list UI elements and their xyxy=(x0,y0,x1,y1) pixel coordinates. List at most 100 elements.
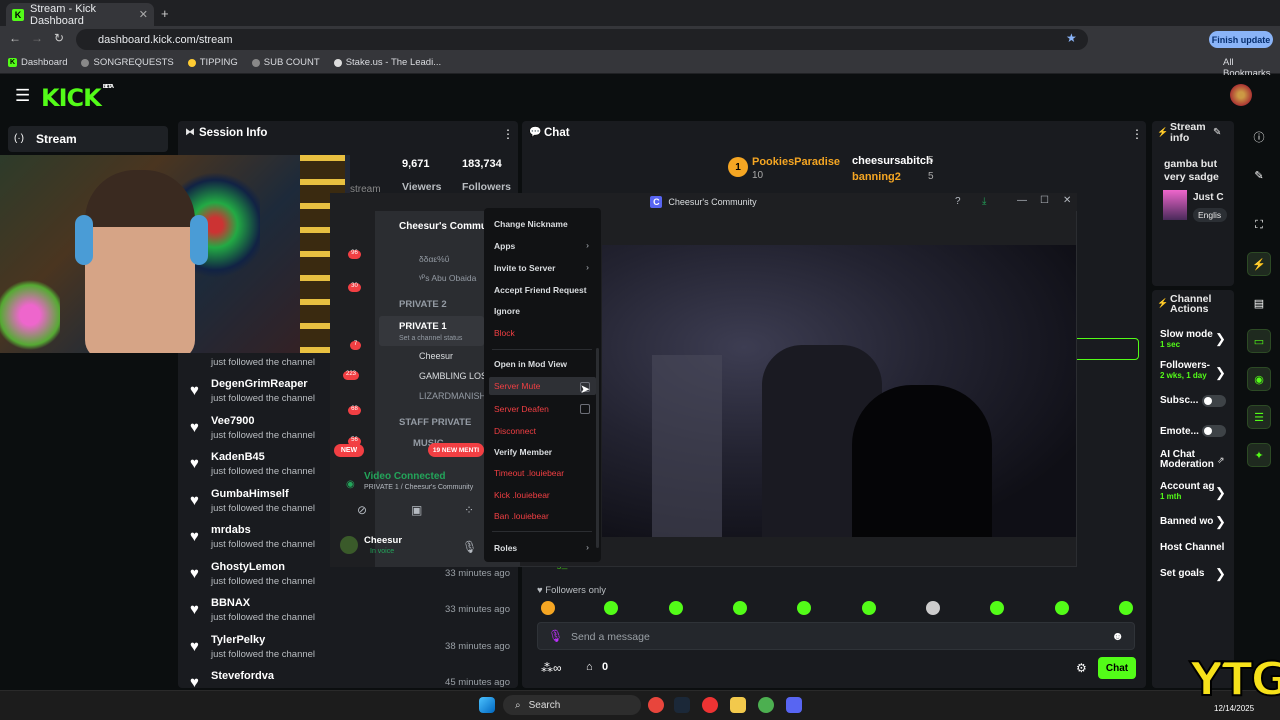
activity-icon[interactable]: ⁘ xyxy=(464,503,474,517)
menu-ignore[interactable]: Ignore xyxy=(494,306,520,316)
maximize-icon[interactable]: ☐ xyxy=(1040,195,1049,206)
back-icon[interactable]: ← xyxy=(9,31,21,45)
ai-moderation-action[interactable]: AI Chat Moderation xyxy=(1160,450,1218,470)
menu-verify[interactable]: Verify Member xyxy=(494,447,552,457)
chrome-icon[interactable] xyxy=(648,697,664,713)
new-tab-icon[interactable]: + xyxy=(161,6,169,21)
menu-roles[interactable]: Roles xyxy=(494,543,517,553)
emote-icon[interactable] xyxy=(604,601,618,615)
menu-apps[interactable]: Apps xyxy=(494,241,515,251)
close-tab-icon[interactable]: ✕ xyxy=(139,8,148,21)
emote-icon[interactable] xyxy=(926,601,940,615)
channel-staff-private[interactable]: STAFF PRIVATE xyxy=(399,417,471,428)
channel-status[interactable]: Set a channel status xyxy=(399,335,462,342)
menu-icon[interactable]: ☰ xyxy=(15,86,30,106)
browser-tab[interactable]: K Stream - Kick Dashboard ✕ xyxy=(6,3,154,27)
taskbar-search[interactable]: ⌕ Search xyxy=(503,695,641,715)
star-icon[interactable]: ★ xyxy=(1066,31,1077,45)
voice-user[interactable]: LIZARDMANISHE xyxy=(419,391,492,401)
menu-disconnect[interactable]: Disconnect xyxy=(494,426,536,436)
mic-icon[interactable]: 🎙 xyxy=(548,629,563,643)
menu-change-nickname[interactable]: Change Nickname xyxy=(494,219,568,229)
menu-scrollbar[interactable] xyxy=(596,348,599,548)
document-icon[interactable]: ▤ xyxy=(1247,291,1271,315)
mentions-badge[interactable]: 19 NEW MENTI xyxy=(428,443,484,457)
wrench-icon[interactable]: ✦ xyxy=(1247,443,1271,467)
close-icon[interactable]: ✕ xyxy=(1063,195,1071,206)
chevron-right-icon[interactable]: ❯ xyxy=(1215,566,1226,582)
camera-off-icon[interactable]: ⊘ xyxy=(357,503,367,517)
bookmark-tipping[interactable]: TIPPING xyxy=(187,57,238,68)
bookmark-sub-count[interactable]: SUB COUNT xyxy=(251,57,320,68)
avatar[interactable] xyxy=(1230,84,1252,106)
chat-bubble-icon[interactable]: ▭ xyxy=(1247,329,1271,353)
menu-accept-friend[interactable]: Accept Friend Request xyxy=(494,285,587,295)
app-icon[interactable] xyxy=(702,697,718,713)
windows-start-icon[interactable] xyxy=(479,697,495,713)
menu-timeout[interactable]: Timeout .louiebear xyxy=(494,468,564,478)
leader-name[interactable]: cheesursabitch xyxy=(852,155,933,167)
emote-icon[interactable] xyxy=(669,601,683,615)
info-icon[interactable]: ⓘ xyxy=(1247,125,1271,149)
emotes-toggle[interactable] xyxy=(1202,425,1226,437)
forward-icon[interactable]: → xyxy=(31,31,43,45)
chevron-right-icon[interactable]: ❯ xyxy=(1215,365,1226,381)
download-icon[interactable]: ⤓ xyxy=(982,196,986,207)
voice-user[interactable]: δδαε%ΰ xyxy=(419,254,449,264)
host-channel-action[interactable]: Host Channel xyxy=(1160,542,1234,553)
external-link-icon[interactable]: ⇗ xyxy=(1217,455,1225,466)
subscribers-toggle[interactable] xyxy=(1202,395,1226,407)
mic-icon[interactable]: 🎙 xyxy=(462,540,477,554)
emote-icon[interactable] xyxy=(1055,601,1069,615)
discord-video-feed[interactable] xyxy=(602,245,1076,537)
chevron-right-icon[interactable]: ❯ xyxy=(1215,331,1226,347)
edit-icon[interactable]: ✎ xyxy=(1247,163,1271,187)
address-bar[interactable]: dashboard.kick.com/stream xyxy=(76,29,1088,50)
emote-icon[interactable] xyxy=(862,601,876,615)
leader-name[interactable]: PookiesParadise xyxy=(752,156,840,168)
pencil-icon[interactable]: ✎ xyxy=(1213,127,1221,138)
help-icon[interactable]: ? xyxy=(955,196,961,207)
file-explorer-icon[interactable] xyxy=(730,697,746,713)
voice-user[interactable]: ᵞᴾs Abu Obaida xyxy=(419,273,476,283)
channel-private-2[interactable]: PRIVATE 2 xyxy=(399,299,447,310)
reload-icon[interactable]: ↻ xyxy=(54,31,64,45)
discord-username[interactable]: Cheesur xyxy=(364,535,402,546)
kick-logo[interactable]: KICK BETA xyxy=(41,84,114,112)
menu-mod-view[interactable]: Open in Mod View xyxy=(494,359,567,369)
points-icon[interactable]: ⁂∞ xyxy=(541,661,562,675)
emoji-icon[interactable]: ☻ xyxy=(1111,629,1124,643)
menu-server-mute[interactable]: Server Mute xyxy=(494,381,540,391)
chat-input[interactable]: 🎙 Send a message ☻ xyxy=(537,622,1135,650)
nav-stream[interactable]: (·) Stream xyxy=(8,126,168,152)
finish-update-button[interactable]: Finish update xyxy=(1209,31,1273,48)
send-chat-button[interactable]: Chat xyxy=(1098,657,1136,679)
minimize-icon[interactable]: — xyxy=(1017,195,1027,206)
fullscreen-icon[interactable]: ⛶ xyxy=(1247,213,1271,237)
emote-icon[interactable] xyxy=(990,601,1004,615)
chat-more-icon[interactable]: ⋮ xyxy=(1131,127,1143,141)
session-more-icon[interactable]: ⋮ xyxy=(502,127,514,141)
screen-share-icon[interactable]: ▣ xyxy=(411,503,422,517)
emote-icon[interactable] xyxy=(1119,601,1133,615)
chevron-right-icon[interactable]: ❯ xyxy=(1215,514,1226,530)
lightning-icon[interactable]: ⚡ xyxy=(1247,252,1271,276)
menu-server-deafen[interactable]: Server Deafen xyxy=(494,404,549,414)
chrome-icon[interactable] xyxy=(758,697,774,713)
steam-icon[interactable] xyxy=(674,697,690,713)
menu-block[interactable]: Block xyxy=(494,328,515,338)
emote-icon[interactable] xyxy=(541,601,555,615)
layout-icon[interactable]: ☰ xyxy=(1247,405,1271,429)
leader-name[interactable]: banning2 xyxy=(852,171,901,183)
gear-icon[interactable]: ⚙ xyxy=(1076,661,1087,675)
emote-icon[interactable] xyxy=(733,601,747,615)
menu-kick[interactable]: Kick .louiebear xyxy=(494,490,550,500)
avatar[interactable] xyxy=(340,536,358,554)
voice-user[interactable]: Cheesur xyxy=(419,351,453,361)
discord-icon[interactable] xyxy=(786,697,802,713)
server-deafen-checkbox[interactable] xyxy=(580,404,590,414)
channel-private-1[interactable]: PRIVATE 1 xyxy=(399,321,447,332)
chevron-right-icon[interactable]: ❯ xyxy=(1215,485,1226,501)
menu-ban[interactable]: Ban .louiebear xyxy=(494,511,549,521)
broadcast-icon[interactable]: ◉ xyxy=(1247,367,1271,391)
